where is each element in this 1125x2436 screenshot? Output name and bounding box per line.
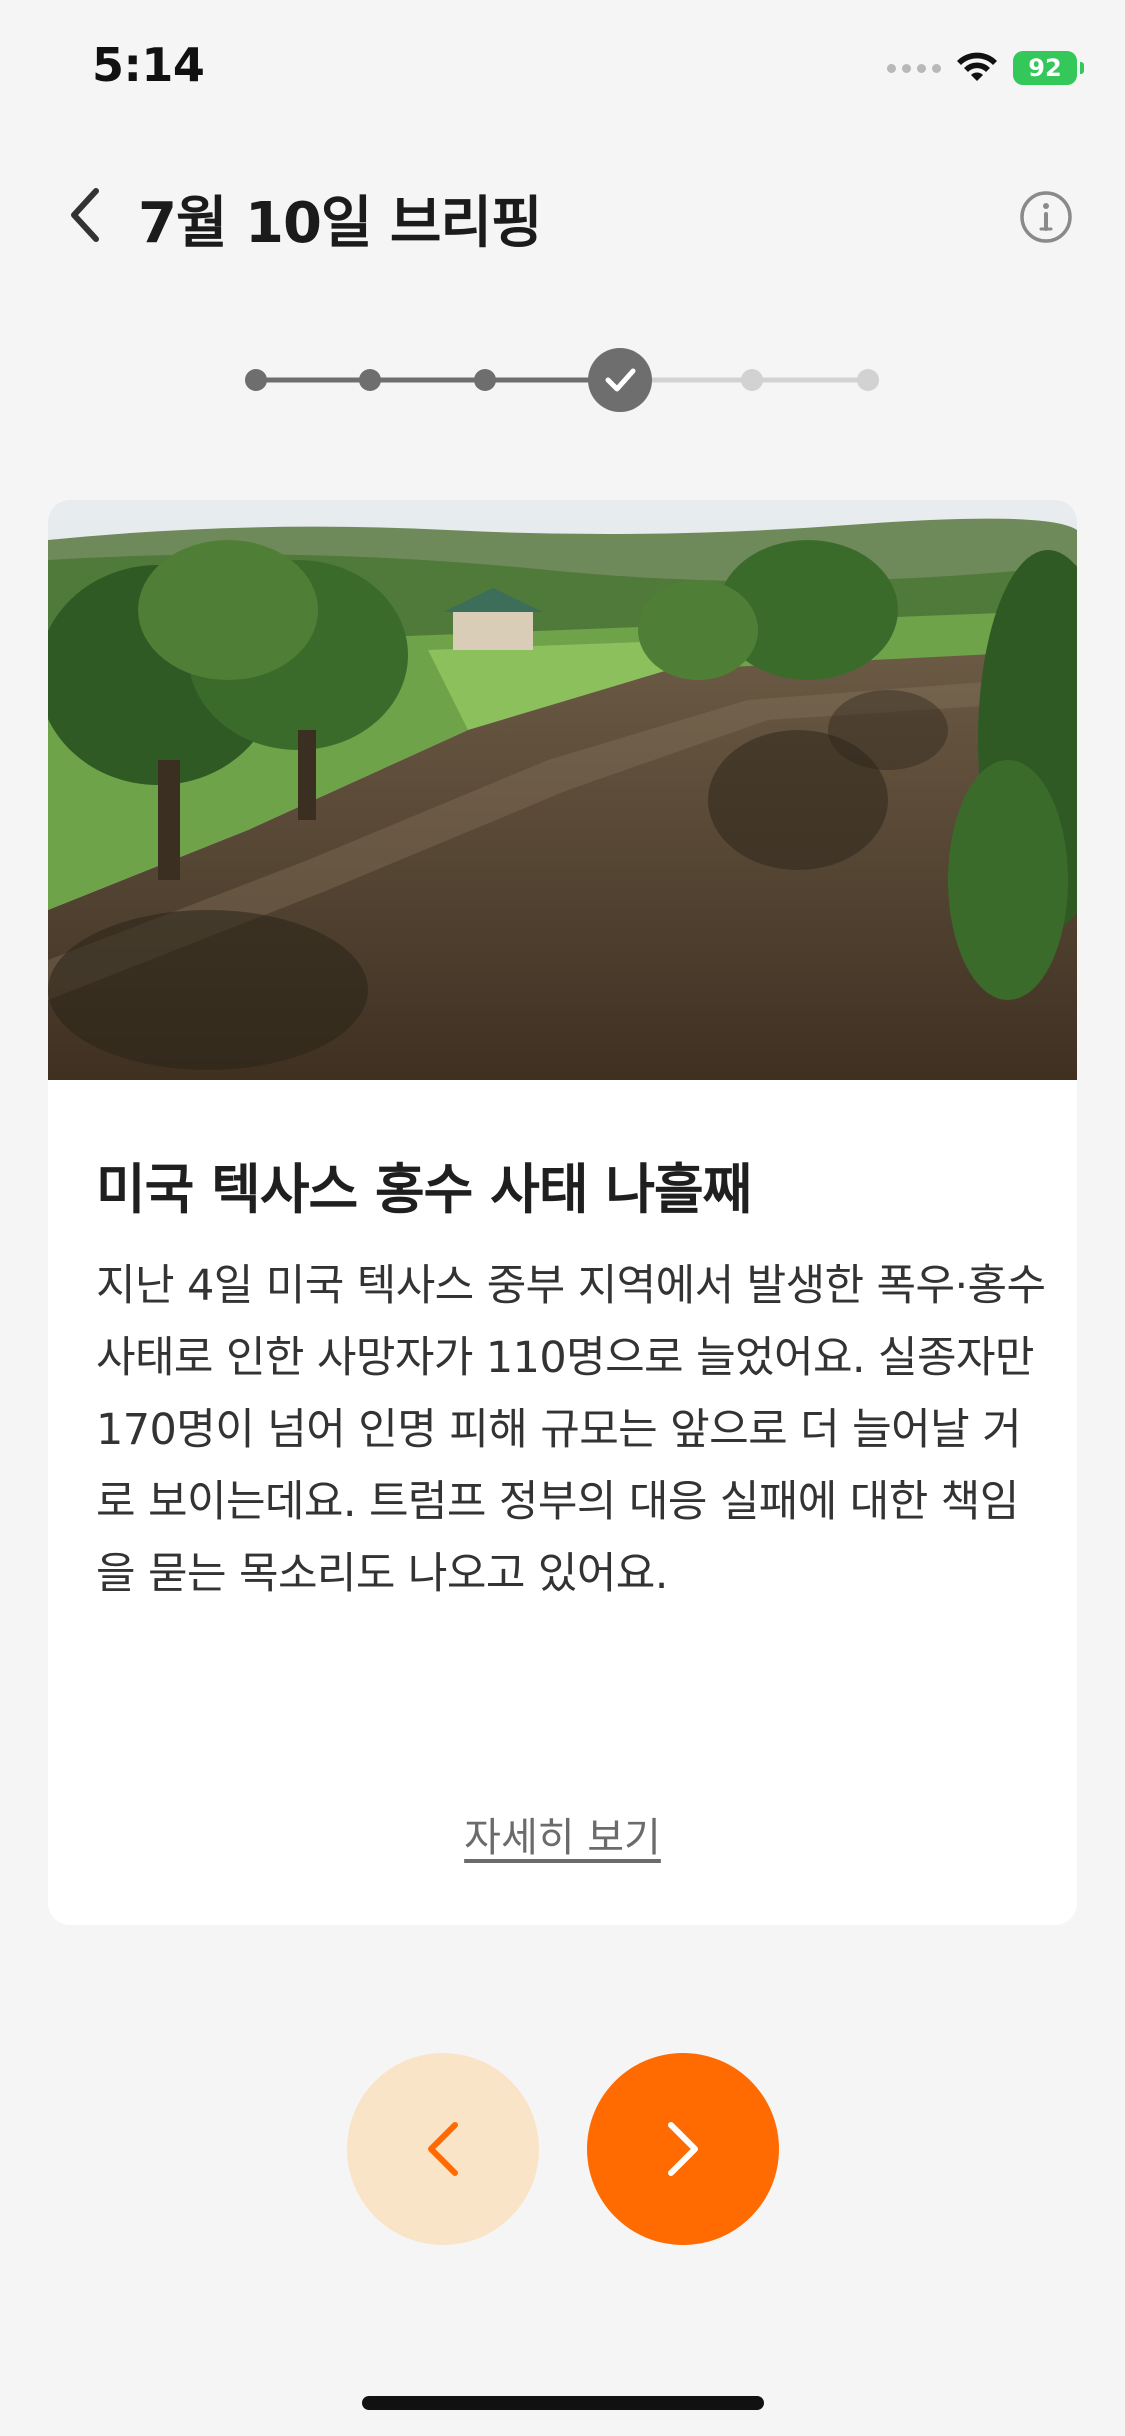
article-title: 미국 텍사스 홍수 사태 나흘째: [96, 1158, 752, 1221]
cellular-signal-icon: [887, 63, 941, 73]
stepper-current-step: [588, 348, 652, 412]
home-indicator: [362, 2396, 764, 2410]
info-button[interactable]: [1019, 190, 1073, 244]
status-time: 5:14: [92, 38, 205, 92]
chevron-left-icon: [71, 188, 99, 242]
progress-stepper: [245, 348, 879, 412]
status-indicators: 92: [887, 48, 1084, 88]
info-circle-icon: [1020, 191, 1072, 243]
stepper-done-step: [359, 369, 381, 391]
battery-indicator: 92: [1013, 51, 1084, 85]
read-more-link[interactable]: 자세히 보기: [48, 1805, 1077, 1863]
previous-button[interactable]: [347, 2053, 539, 2245]
stepper-pending-step: [741, 369, 763, 391]
stepper-done-step: [474, 369, 496, 391]
next-button[interactable]: [587, 2053, 779, 2245]
back-button[interactable]: [56, 180, 116, 250]
article-image: [48, 500, 1077, 1080]
article-body: 지난 4일 미국 텍사스 중부 지역에서 발생한 폭우·홍수 사태로 인한 사망…: [96, 1261, 1046, 1599]
chevron-right-icon: [668, 2122, 698, 2176]
chevron-left-icon: [428, 2122, 458, 2176]
stepper-done-step: [245, 369, 267, 391]
article-card: 미국 텍사스 홍수 사태 나흘째 지난 4일 미국 텍사스 중부 지역에서 발생…: [48, 500, 1077, 1925]
page-title: 7월 10일 브리핑: [138, 191, 542, 256]
wifi-icon: [957, 52, 997, 81]
battery-level: 92: [1028, 54, 1062, 82]
stepper-pending-step: [857, 369, 879, 391]
